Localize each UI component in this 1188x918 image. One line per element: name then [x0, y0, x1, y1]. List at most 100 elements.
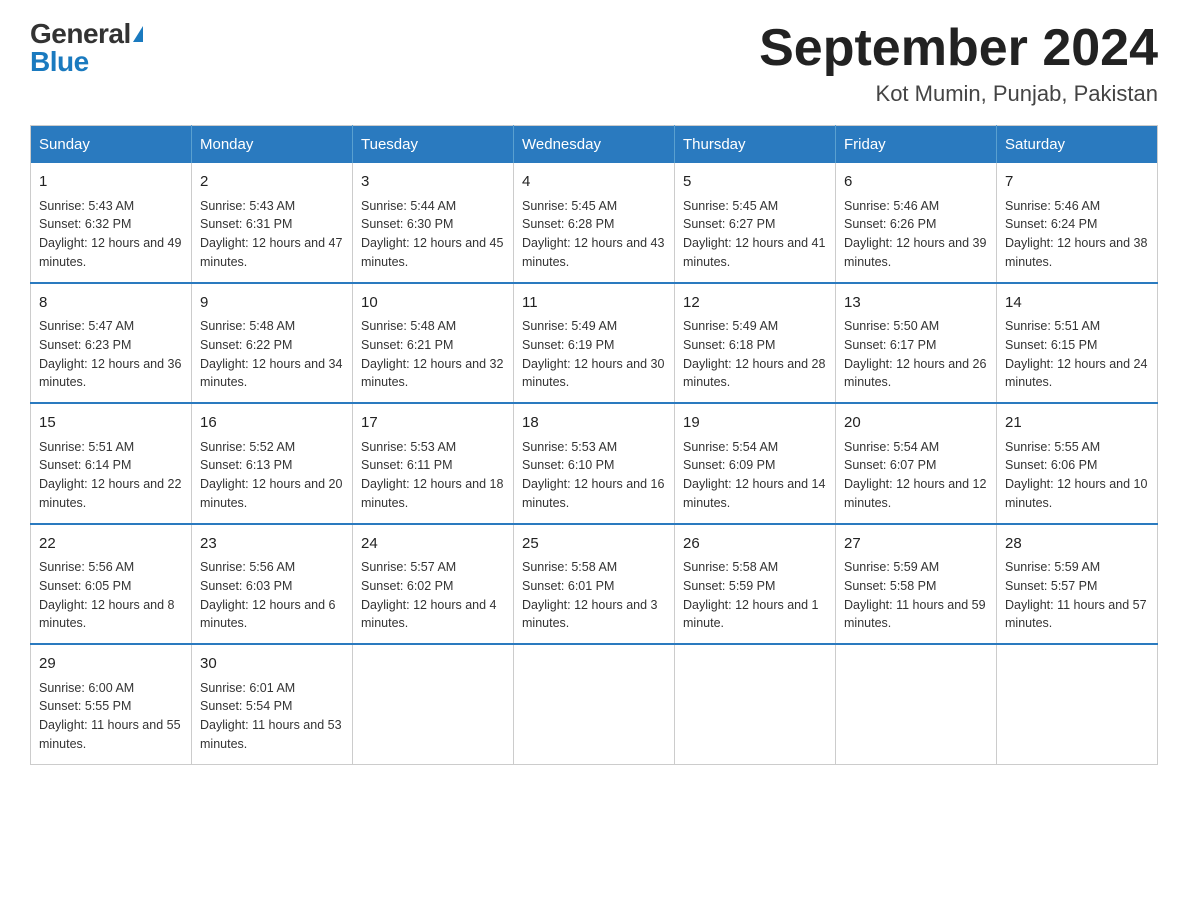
sunset-text: Sunset: 6:01 PM: [522, 579, 614, 593]
logo-blue-text: Blue: [30, 46, 89, 77]
sunrise-text: Sunrise: 5:44 AM: [361, 199, 456, 213]
daylight-text: Daylight: 12 hours and 4 minutes.: [361, 598, 497, 631]
calendar-day-cell: 23 Sunrise: 5:56 AM Sunset: 6:03 PM Dayl…: [192, 524, 353, 645]
calendar-title: September 2024: [759, 20, 1158, 77]
calendar-subtitle: Kot Mumin, Punjab, Pakistan: [759, 81, 1158, 107]
weekday-header: Tuesday: [353, 126, 514, 164]
day-number: 19: [683, 412, 827, 435]
day-number: 18: [522, 412, 666, 435]
sunset-text: Sunset: 6:23 PM: [39, 338, 131, 352]
calendar-day-cell: 22 Sunrise: 5:56 AM Sunset: 6:05 PM Dayl…: [31, 524, 192, 645]
sunrise-text: Sunrise: 5:56 AM: [39, 560, 134, 574]
daylight-text: Daylight: 12 hours and 1 minute.: [683, 598, 819, 631]
calendar-day-cell: 13 Sunrise: 5:50 AM Sunset: 6:17 PM Dayl…: [836, 283, 997, 404]
weekday-header: Saturday: [997, 126, 1158, 164]
sunset-text: Sunset: 6:07 PM: [844, 458, 936, 472]
title-block: September 2024 Kot Mumin, Punjab, Pakist…: [759, 20, 1158, 107]
sunrise-text: Sunrise: 5:49 AM: [522, 319, 617, 333]
logo-triangle-icon: [133, 26, 143, 42]
daylight-text: Daylight: 12 hours and 34 minutes.: [200, 357, 342, 390]
calendar-day-cell: [514, 644, 675, 764]
daylight-text: Daylight: 12 hours and 49 minutes.: [39, 236, 181, 269]
calendar-week-row: 29 Sunrise: 6:00 AM Sunset: 5:55 PM Dayl…: [31, 644, 1158, 764]
calendar-day-cell: [353, 644, 514, 764]
day-number: 27: [844, 533, 988, 556]
sunrise-text: Sunrise: 5:58 AM: [683, 560, 778, 574]
weekday-header: Sunday: [31, 126, 192, 164]
day-number: 12: [683, 292, 827, 315]
daylight-text: Daylight: 12 hours and 30 minutes.: [522, 357, 664, 390]
calendar-day-cell: 3 Sunrise: 5:44 AM Sunset: 6:30 PM Dayli…: [353, 163, 514, 283]
day-number: 23: [200, 533, 344, 556]
calendar-week-row: 15 Sunrise: 5:51 AM Sunset: 6:14 PM Dayl…: [31, 403, 1158, 524]
day-number: 21: [1005, 412, 1149, 435]
daylight-text: Daylight: 12 hours and 38 minutes.: [1005, 236, 1147, 269]
sunset-text: Sunset: 6:17 PM: [844, 338, 936, 352]
sunrise-text: Sunrise: 5:48 AM: [200, 319, 295, 333]
day-number: 3: [361, 171, 505, 194]
sunset-text: Sunset: 6:14 PM: [39, 458, 131, 472]
calendar-day-cell: 29 Sunrise: 6:00 AM Sunset: 5:55 PM Dayl…: [31, 644, 192, 764]
calendar-day-cell: 14 Sunrise: 5:51 AM Sunset: 6:15 PM Dayl…: [997, 283, 1158, 404]
sunrise-text: Sunrise: 5:51 AM: [39, 440, 134, 454]
daylight-text: Daylight: 12 hours and 10 minutes.: [1005, 477, 1147, 510]
sunset-text: Sunset: 6:27 PM: [683, 217, 775, 231]
calendar-day-cell: 20 Sunrise: 5:54 AM Sunset: 6:07 PM Dayl…: [836, 403, 997, 524]
day-number: 15: [39, 412, 183, 435]
day-number: 17: [361, 412, 505, 435]
sunset-text: Sunset: 5:54 PM: [200, 699, 292, 713]
day-number: 13: [844, 292, 988, 315]
day-number: 7: [1005, 171, 1149, 194]
day-number: 29: [39, 653, 183, 676]
calendar-day-cell: 5 Sunrise: 5:45 AM Sunset: 6:27 PM Dayli…: [675, 163, 836, 283]
sunrise-text: Sunrise: 5:56 AM: [200, 560, 295, 574]
weekday-header: Friday: [836, 126, 997, 164]
sunrise-text: Sunrise: 5:49 AM: [683, 319, 778, 333]
calendar-day-cell: 16 Sunrise: 5:52 AM Sunset: 6:13 PM Dayl…: [192, 403, 353, 524]
calendar-day-cell: 27 Sunrise: 5:59 AM Sunset: 5:58 PM Dayl…: [836, 524, 997, 645]
calendar-day-cell: 26 Sunrise: 5:58 AM Sunset: 5:59 PM Dayl…: [675, 524, 836, 645]
calendar-day-cell: 1 Sunrise: 5:43 AM Sunset: 6:32 PM Dayli…: [31, 163, 192, 283]
sunrise-text: Sunrise: 6:01 AM: [200, 681, 295, 695]
calendar-week-row: 22 Sunrise: 5:56 AM Sunset: 6:05 PM Dayl…: [31, 524, 1158, 645]
calendar-day-cell: 15 Sunrise: 5:51 AM Sunset: 6:14 PM Dayl…: [31, 403, 192, 524]
sunrise-text: Sunrise: 5:51 AM: [1005, 319, 1100, 333]
sunset-text: Sunset: 6:24 PM: [1005, 217, 1097, 231]
sunrise-text: Sunrise: 5:46 AM: [1005, 199, 1100, 213]
sunset-text: Sunset: 6:03 PM: [200, 579, 292, 593]
sunset-text: Sunset: 5:59 PM: [683, 579, 775, 593]
sunrise-text: Sunrise: 5:53 AM: [361, 440, 456, 454]
sunrise-text: Sunrise: 5:43 AM: [200, 199, 295, 213]
daylight-text: Daylight: 12 hours and 36 minutes.: [39, 357, 181, 390]
calendar-day-cell: 12 Sunrise: 5:49 AM Sunset: 6:18 PM Dayl…: [675, 283, 836, 404]
sunrise-text: Sunrise: 5:54 AM: [844, 440, 939, 454]
calendar-day-cell: 10 Sunrise: 5:48 AM Sunset: 6:21 PM Dayl…: [353, 283, 514, 404]
calendar-day-cell: 9 Sunrise: 5:48 AM Sunset: 6:22 PM Dayli…: [192, 283, 353, 404]
daylight-text: Daylight: 12 hours and 22 minutes.: [39, 477, 181, 510]
day-number: 11: [522, 292, 666, 315]
sunset-text: Sunset: 6:31 PM: [200, 217, 292, 231]
sunrise-text: Sunrise: 5:58 AM: [522, 560, 617, 574]
day-number: 25: [522, 533, 666, 556]
daylight-text: Daylight: 11 hours and 57 minutes.: [1005, 598, 1147, 631]
weekday-header: Thursday: [675, 126, 836, 164]
daylight-text: Daylight: 12 hours and 24 minutes.: [1005, 357, 1147, 390]
daylight-text: Daylight: 12 hours and 8 minutes.: [39, 598, 175, 631]
sunrise-text: Sunrise: 5:45 AM: [683, 199, 778, 213]
day-number: 22: [39, 533, 183, 556]
sunrise-text: Sunrise: 5:52 AM: [200, 440, 295, 454]
sunrise-text: Sunrise: 5:55 AM: [1005, 440, 1100, 454]
calendar-day-cell: 8 Sunrise: 5:47 AM Sunset: 6:23 PM Dayli…: [31, 283, 192, 404]
sunset-text: Sunset: 5:55 PM: [39, 699, 131, 713]
sunset-text: Sunset: 6:13 PM: [200, 458, 292, 472]
sunset-text: Sunset: 6:06 PM: [1005, 458, 1097, 472]
daylight-text: Daylight: 12 hours and 43 minutes.: [522, 236, 664, 269]
sunrise-text: Sunrise: 5:59 AM: [844, 560, 939, 574]
day-number: 6: [844, 171, 988, 194]
calendar-day-cell: 18 Sunrise: 5:53 AM Sunset: 6:10 PM Dayl…: [514, 403, 675, 524]
sunset-text: Sunset: 6:09 PM: [683, 458, 775, 472]
logo: General Blue: [30, 20, 143, 76]
calendar-day-cell: 4 Sunrise: 5:45 AM Sunset: 6:28 PM Dayli…: [514, 163, 675, 283]
calendar-week-row: 8 Sunrise: 5:47 AM Sunset: 6:23 PM Dayli…: [31, 283, 1158, 404]
daylight-text: Daylight: 12 hours and 47 minutes.: [200, 236, 342, 269]
